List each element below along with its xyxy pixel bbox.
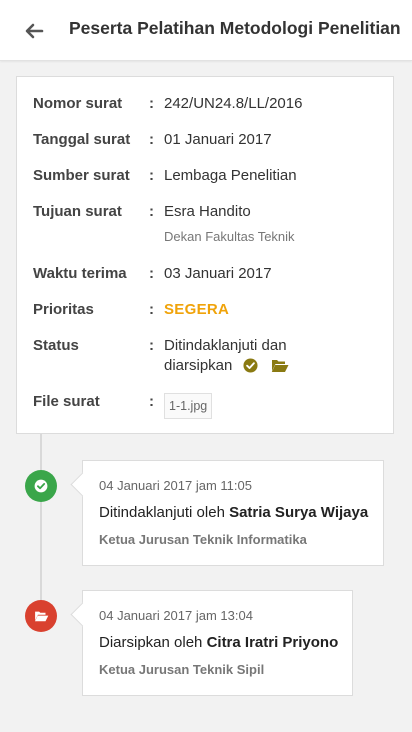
nomor-value: 242/UN24.8/LL/2016: [164, 95, 303, 112]
timeline-entry-archive: 04 Januari 2017 jam 13:04 Diarsipkan ole…: [70, 590, 353, 696]
timeline-action: Diarsipkan oleh Citra Iratri Priyono: [99, 634, 338, 651]
separator: :: [149, 265, 154, 282]
folder-open-icon: [271, 358, 289, 379]
app-bar: Peserta Pelatihan Metodologi Penelitian: [0, 0, 412, 61]
waktu-label: Waktu terima: [33, 265, 127, 282]
separator: :: [149, 167, 154, 184]
timeline-line: [40, 434, 42, 616]
timeline-action-text: Ditindaklanjuti oleh: [99, 504, 230, 521]
timeline-entry-followup: 04 Januari 2017 jam 11:05 Ditindaklanjut…: [70, 460, 384, 566]
timeline-person: Citra Iratri Priyono: [206, 634, 339, 651]
separator: :: [149, 301, 154, 318]
check-circle-icon: [243, 358, 258, 379]
arrow-left-icon: [25, 23, 44, 39]
waktu-value: 03 Januari 2017: [164, 265, 272, 282]
timeline-dot-archive: [25, 600, 57, 632]
separator: :: [149, 393, 154, 410]
folder-open-icon: [34, 611, 48, 622]
back-button[interactable]: [22, 19, 46, 43]
status-line2: diarsipkan: [164, 356, 384, 379]
status-text-line1: Ditindaklanjuti dan: [164, 337, 287, 354]
timeline-action: Ditindaklanjuti oleh Satria Surya Wijaya: [99, 504, 368, 521]
tanggal-value: 01 Januari 2017: [164, 131, 272, 148]
nomor-label: Nomor surat: [33, 95, 123, 112]
timeline-action-text: Diarsipkan oleh: [99, 634, 207, 651]
timeline-person: Satria Surya Wijaya: [229, 504, 369, 521]
tujuan-position: Dekan Fakultas Teknik: [164, 229, 295, 244]
timeline-role: Ketua Jurusan Teknik Sipil: [99, 662, 265, 677]
sumber-value: Lembaga Penelitian: [164, 167, 297, 184]
file-attachment-link[interactable]: 1-1.jpg: [164, 393, 213, 419]
separator: :: [149, 203, 154, 220]
separator: :: [149, 131, 154, 148]
prioritas-label: Prioritas: [33, 301, 94, 318]
file-value: 1-1.jpg: [164, 392, 384, 419]
timeline-pointer: [70, 472, 95, 497]
timeline-dot-followup: [25, 470, 57, 502]
status-text-line2: diarsipkan: [164, 357, 233, 374]
status-label: Status: [33, 337, 79, 354]
priority-badge: SEGERA: [164, 301, 230, 318]
page-title: Peserta Pelatihan Metodologi Penelitian: [69, 18, 401, 38]
timeline-time: 04 Januari 2017 jam 11:05: [99, 478, 252, 493]
status-value: Ditindaklanjuti dan diarsipkan: [164, 336, 384, 379]
tujuan-value: Esra Handito: [164, 203, 251, 220]
tujuan-value-block: Esra Handito Dekan Fakultas Teknik: [164, 202, 384, 246]
separator: :: [149, 337, 154, 354]
letter-detail-card: Nomor surat : 242/UN24.8/LL/2016 Tanggal…: [16, 76, 394, 434]
separator: :: [149, 95, 154, 112]
timeline-time: 04 Januari 2017 jam 13:04: [99, 608, 253, 623]
tanggal-label: Tanggal surat: [33, 131, 131, 148]
tujuan-label: Tujuan surat: [33, 203, 122, 220]
sumber-label: Sumber surat: [33, 167, 130, 184]
timeline-role: Ketua Jurusan Teknik Informatika: [99, 532, 307, 547]
file-label: File surat: [33, 393, 100, 410]
timeline-pointer: [70, 602, 95, 627]
check-circle-icon: [34, 479, 48, 493]
